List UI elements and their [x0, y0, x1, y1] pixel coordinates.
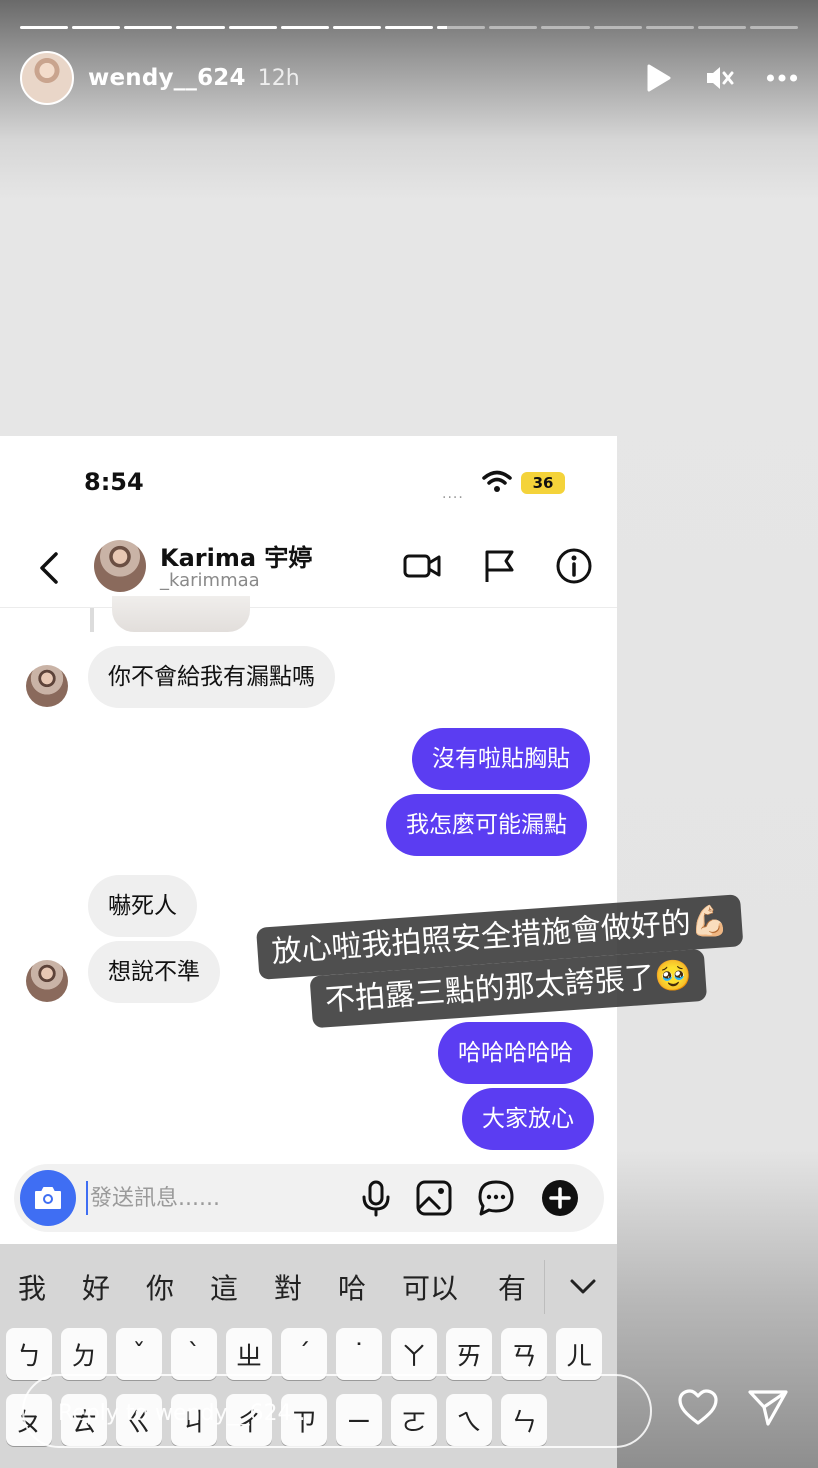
message-bubble-sent[interactable]: 哈哈哈哈哈 — [438, 1022, 593, 1084]
progress-segment — [332, 26, 381, 29]
battery-indicator: 36 — [521, 472, 565, 494]
suggestion-item[interactable]: 哈 — [320, 1267, 384, 1307]
story-avatar[interactable] — [20, 51, 74, 105]
shared-post-border — [90, 608, 94, 632]
message-avatar[interactable] — [26, 665, 68, 707]
video-call-icon[interactable] — [402, 546, 442, 586]
keyboard-row-1: ㄅㄉ ˇ ˋ ㄓ ˊ ˙ ㄚㄞㄢㄦ — [6, 1328, 602, 1380]
suggestion-divider — [544, 1260, 545, 1314]
keyboard-key[interactable]: ㄉ — [61, 1328, 107, 1380]
keyboard-key[interactable]: ˋ — [171, 1328, 217, 1380]
microphone-icon[interactable] — [356, 1178, 396, 1218]
chat-contact-name[interactable]: Karima 宇婷 — [160, 538, 312, 573]
keyboard-key[interactable]: ㄅ — [6, 1328, 52, 1380]
suggestion-item[interactable]: 好 — [64, 1267, 128, 1307]
message-bubble-sent[interactable]: 大家放心 — [462, 1088, 594, 1150]
more-icon[interactable] — [766, 62, 798, 94]
shared-post-preview[interactable] — [112, 596, 250, 632]
camera-icon[interactable] — [20, 1170, 76, 1226]
status-time: 8:54 — [84, 468, 144, 496]
play-icon[interactable] — [642, 62, 674, 94]
info-icon[interactable] — [554, 546, 594, 586]
message-bubble-received[interactable]: 想說不準 — [88, 941, 220, 1003]
gallery-icon[interactable] — [414, 1178, 454, 1218]
phone-status-bar: 8:54 .... 36 — [0, 436, 617, 526]
keyboard-key[interactable]: ㄞ — [446, 1328, 492, 1380]
heart-icon[interactable] — [676, 1386, 720, 1430]
progress-segment — [645, 26, 694, 29]
message-composer — [14, 1164, 604, 1232]
keyboard-key[interactable]: ˊ — [281, 1328, 327, 1380]
story-header: wendy__624 12h — [20, 50, 798, 106]
suggestion-item[interactable]: 對 — [256, 1267, 320, 1307]
keyboard-key[interactable]: ˇ — [116, 1328, 162, 1380]
suggestion-item[interactable]: 有 — [480, 1267, 536, 1307]
keyboard-key[interactable]: ㄢ — [501, 1328, 547, 1380]
suggestion-item[interactable]: 可以 — [384, 1267, 480, 1307]
flag-icon[interactable] — [480, 546, 520, 586]
progress-segment — [176, 26, 225, 29]
keyboard-suggestions: 我 好 你 這 對 哈 可以 有 — [0, 1250, 617, 1324]
progress-segment — [228, 26, 277, 29]
suggestion-item[interactable]: 這 — [192, 1267, 256, 1307]
progress-segment — [124, 26, 173, 29]
dm-screenshot: 8:54 .... 36 Karima 宇婷 _karimmaa 你不會給我有漏… — [0, 436, 617, 1244]
story-reply-bar — [22, 1374, 652, 1448]
progress-segment — [541, 26, 590, 29]
progress-segment — [20, 26, 69, 29]
progress-segment — [593, 26, 642, 29]
message-bubble-sent[interactable]: 沒有啦貼胸貼 — [412, 728, 590, 790]
message-bubble-received[interactable]: 你不會給我有漏點嗎 — [88, 646, 335, 708]
suggestion-item[interactable]: 我 — [0, 1267, 64, 1307]
sticker-chat-icon[interactable] — [476, 1178, 516, 1218]
progress-segment — [489, 26, 538, 29]
suggestion-item[interactable]: 你 — [128, 1267, 192, 1307]
reply-input[interactable] — [58, 1396, 478, 1430]
message-avatar[interactable] — [26, 960, 68, 1002]
story-progress-bar — [20, 26, 799, 29]
wifi-icon — [482, 470, 512, 498]
progress-segment — [72, 26, 121, 29]
progress-segment — [280, 26, 329, 29]
progress-segment — [384, 26, 434, 29]
add-circle-icon[interactable] — [540, 1178, 580, 1218]
story-controls — [642, 62, 798, 94]
progress-segment — [697, 26, 746, 29]
progress-segment — [749, 26, 799, 29]
message-bubble-sent[interactable]: 我怎麼可能漏點 — [386, 794, 587, 856]
keyboard-key[interactable]: ㄚ — [391, 1328, 437, 1380]
back-arrow-icon[interactable] — [34, 548, 66, 588]
chat-avatar[interactable] — [94, 540, 146, 592]
keyboard-key[interactable]: ˙ — [336, 1328, 382, 1380]
cell-signal-icon: .... — [442, 486, 464, 502]
message-input[interactable] — [86, 1181, 326, 1215]
mute-icon[interactable] — [704, 62, 736, 94]
progress-segment — [437, 26, 486, 29]
keyboard-key[interactable]: ㄦ — [556, 1328, 602, 1380]
message-bubble-received[interactable]: 嚇死人 — [88, 875, 197, 937]
keyboard-key[interactable]: ㄓ — [226, 1328, 272, 1380]
chat-header: Karima 宇婷 _karimmaa — [0, 536, 617, 608]
chat-contact-handle: _karimmaa — [160, 570, 260, 591]
story-time-ago: 12h — [257, 65, 300, 91]
send-icon[interactable] — [746, 1386, 790, 1430]
story-username[interactable]: wendy__624 — [88, 65, 246, 91]
chevron-down-icon[interactable] — [553, 1267, 613, 1307]
